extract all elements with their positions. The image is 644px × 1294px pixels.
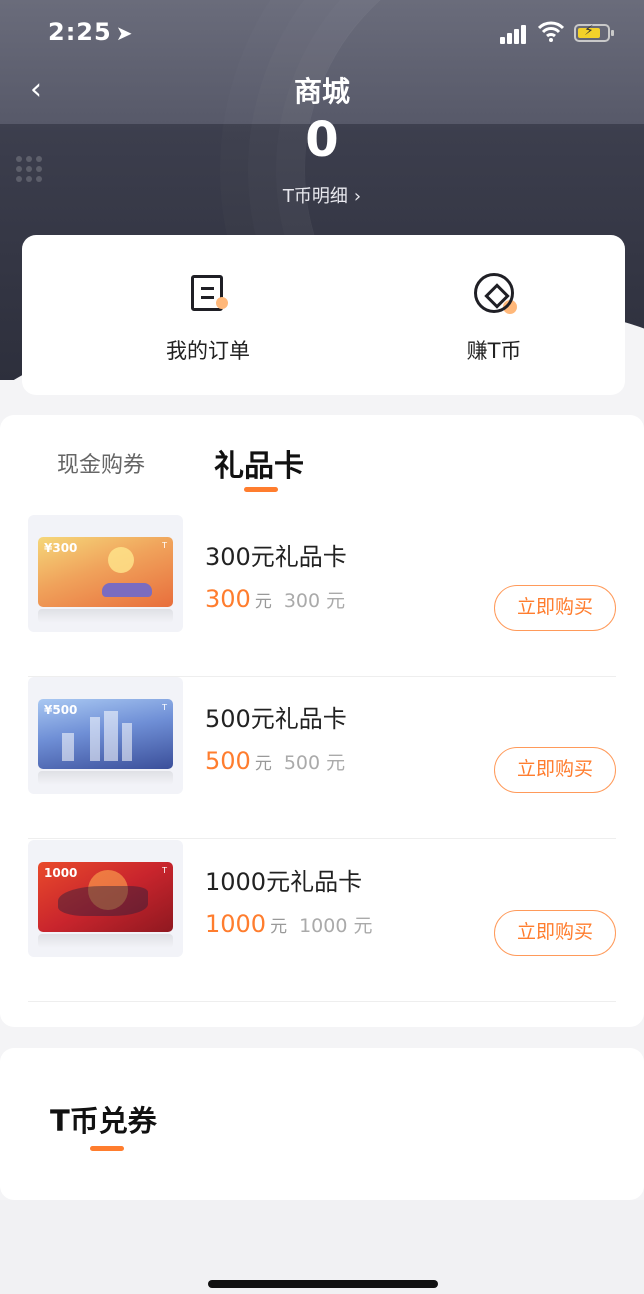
active-tab-indicator	[244, 487, 278, 492]
card-amount: ¥500	[44, 703, 78, 717]
product-row-300[interactable]: ¥300 T 300元礼品卡 300 元 300 元 立即购买	[28, 515, 616, 677]
gift-card-image: 1000 T	[28, 840, 183, 957]
clock-text: 2:25	[48, 18, 112, 46]
coin-balance: 0	[305, 112, 339, 168]
product-price: 300 元 300 元	[205, 585, 345, 613]
coin-icon	[474, 273, 517, 314]
product-row-1000[interactable]: 1000 T 1000元礼品卡 1000 元 1000 元 立即购买	[28, 840, 616, 1002]
product-price: 500 元 500 元	[205, 747, 345, 775]
product-name: 300元礼品卡	[205, 543, 347, 571]
home-indicator[interactable]	[208, 1280, 438, 1288]
section-title-indicator	[90, 1146, 124, 1151]
product-price: 1000 元 1000 元	[205, 910, 372, 938]
original-price: 300 元	[283, 590, 346, 612]
page-title: 商城	[293, 75, 350, 108]
status-bar: 2:25 ➤ ⚡	[0, 0, 644, 70]
tab-gift-card[interactable]: 礼品卡	[214, 441, 304, 485]
order-list-icon	[188, 273, 228, 313]
price-value: 300	[205, 585, 251, 613]
gift-card-image: ¥300 T	[28, 515, 183, 632]
original-price: 1000 元	[299, 915, 373, 937]
my-orders-label: 我的订单	[166, 339, 250, 363]
section-title: T币兑券	[50, 1104, 157, 1138]
price-unit: 元	[270, 917, 288, 937]
card-amount: ¥300	[44, 541, 78, 555]
quick-actions-card: 我的订单 赚T币	[22, 235, 625, 395]
battery-icon: ⚡	[574, 23, 614, 42]
product-name: 500元礼品卡	[205, 705, 347, 733]
price-unit: 元	[254, 592, 272, 612]
coin-detail-label: T币明细	[282, 186, 348, 207]
gift-card-image: ¥500 T	[28, 677, 183, 794]
product-name: 1000元礼品卡	[205, 868, 363, 896]
gift-card-panel: 现金购券 礼品卡 ¥300 T 300元礼品卡 300 元 300 元 立即购买 ¥…	[0, 415, 644, 1027]
location-icon: ➤	[115, 21, 134, 45]
buy-now-button[interactable]: 立即购买	[494, 910, 616, 956]
price-value: 1000	[205, 910, 267, 938]
product-row-500[interactable]: ¥500 T 500元礼品卡 500 元 500 元 立即购买	[28, 677, 616, 839]
my-orders-button[interactable]: 我的订单	[108, 273, 308, 365]
card-amount: 1000	[44, 866, 78, 880]
buy-now-button[interactable]: 立即购买	[494, 585, 616, 631]
original-price: 500 元	[283, 752, 346, 774]
tab-cash-coupon[interactable]: 现金购券	[57, 447, 145, 479]
earn-coins-button[interactable]: 赚T币	[394, 273, 594, 365]
chevron-right-icon: ›	[353, 186, 362, 207]
status-time: 2:25 ➤	[48, 18, 133, 46]
earn-coins-label: 赚T币	[466, 339, 522, 363]
price-unit: 元	[254, 754, 272, 774]
signal-icon	[500, 24, 530, 44]
coin-coupon-section: T币兑券	[0, 1048, 644, 1200]
price-value: 500	[205, 747, 251, 775]
buy-now-button[interactable]: 立即购买	[494, 747, 616, 793]
wifi-icon	[538, 21, 564, 42]
coin-detail-link[interactable]: T币明细 ›	[0, 182, 644, 208]
